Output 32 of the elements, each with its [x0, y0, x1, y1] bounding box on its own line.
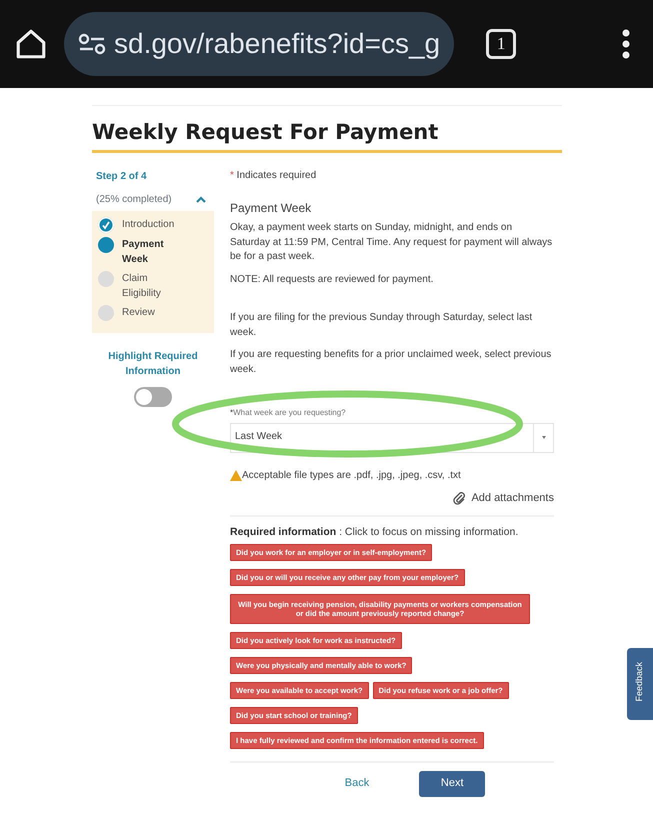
completion-text: (25% completed) — [96, 193, 172, 208]
back-button[interactable]: Back — [338, 771, 376, 798]
next-button[interactable]: Next — [419, 771, 486, 798]
step-label[interactable]: Introduction — [122, 217, 184, 232]
section-title: Payment Week — [230, 200, 312, 217]
paragraph: Okay, a payment week starts on Sunday, midnight, and ends on Saturday at 11:59 PM, Central Time. Any request for payment will always be for a past week. — [230, 221, 554, 264]
paperclip-icon — [453, 492, 468, 506]
required-note: * Indicates required — [230, 169, 318, 184]
add-attachments-link[interactable]: Add attachments — [453, 491, 554, 508]
dropdown-caret-icon[interactable] — [542, 436, 546, 440]
instruction-text: If you are filing for the previous Sunday through Saturday, select last week. — [230, 311, 534, 340]
collapse-caret-icon[interactable] — [196, 196, 206, 204]
required-info-heading: Required information : Click to focus on missing information. — [230, 525, 520, 540]
step-counter: Step 2 of 4 — [96, 170, 148, 184]
highlight-required-link[interactable]: Highlight Required Information — [92, 349, 214, 380]
warning-icon — [230, 470, 242, 482]
step-label[interactable]: Review — [122, 305, 184, 320]
address-bar[interactable]: sd.gov/rabenefits?id=cs_g — [64, 12, 454, 76]
step-label[interactable]: Payment Week — [122, 237, 184, 268]
step-label[interactable]: Claim Eligibility — [122, 271, 184, 302]
field-label: *What week are you requesting? — [230, 407, 347, 419]
page-title: Weekly Request For Payment — [92, 120, 562, 154]
menu-icon[interactable] — [621, 28, 631, 60]
highlight-toggle[interactable] — [134, 387, 172, 408]
feedback-tab[interactable]: Feedback — [627, 648, 653, 720]
tab-count-button[interactable]: 1 — [486, 29, 516, 59]
paragraph: NOTE: All requests are reviewed for payment. — [230, 272, 434, 287]
home-icon[interactable] — [14, 27, 48, 61]
file-types-warning: Acceptable file types are .pdf, .jpg, .jpeg, .csv, .txt — [242, 468, 461, 483]
url-text: sd.gov/rabenefits?id=cs_g — [114, 27, 440, 61]
site-settings-icon[interactable] — [78, 32, 106, 56]
instruction-text: If you are requesting benefits for a prior unclaimed week, select previous week. — [230, 348, 552, 377]
